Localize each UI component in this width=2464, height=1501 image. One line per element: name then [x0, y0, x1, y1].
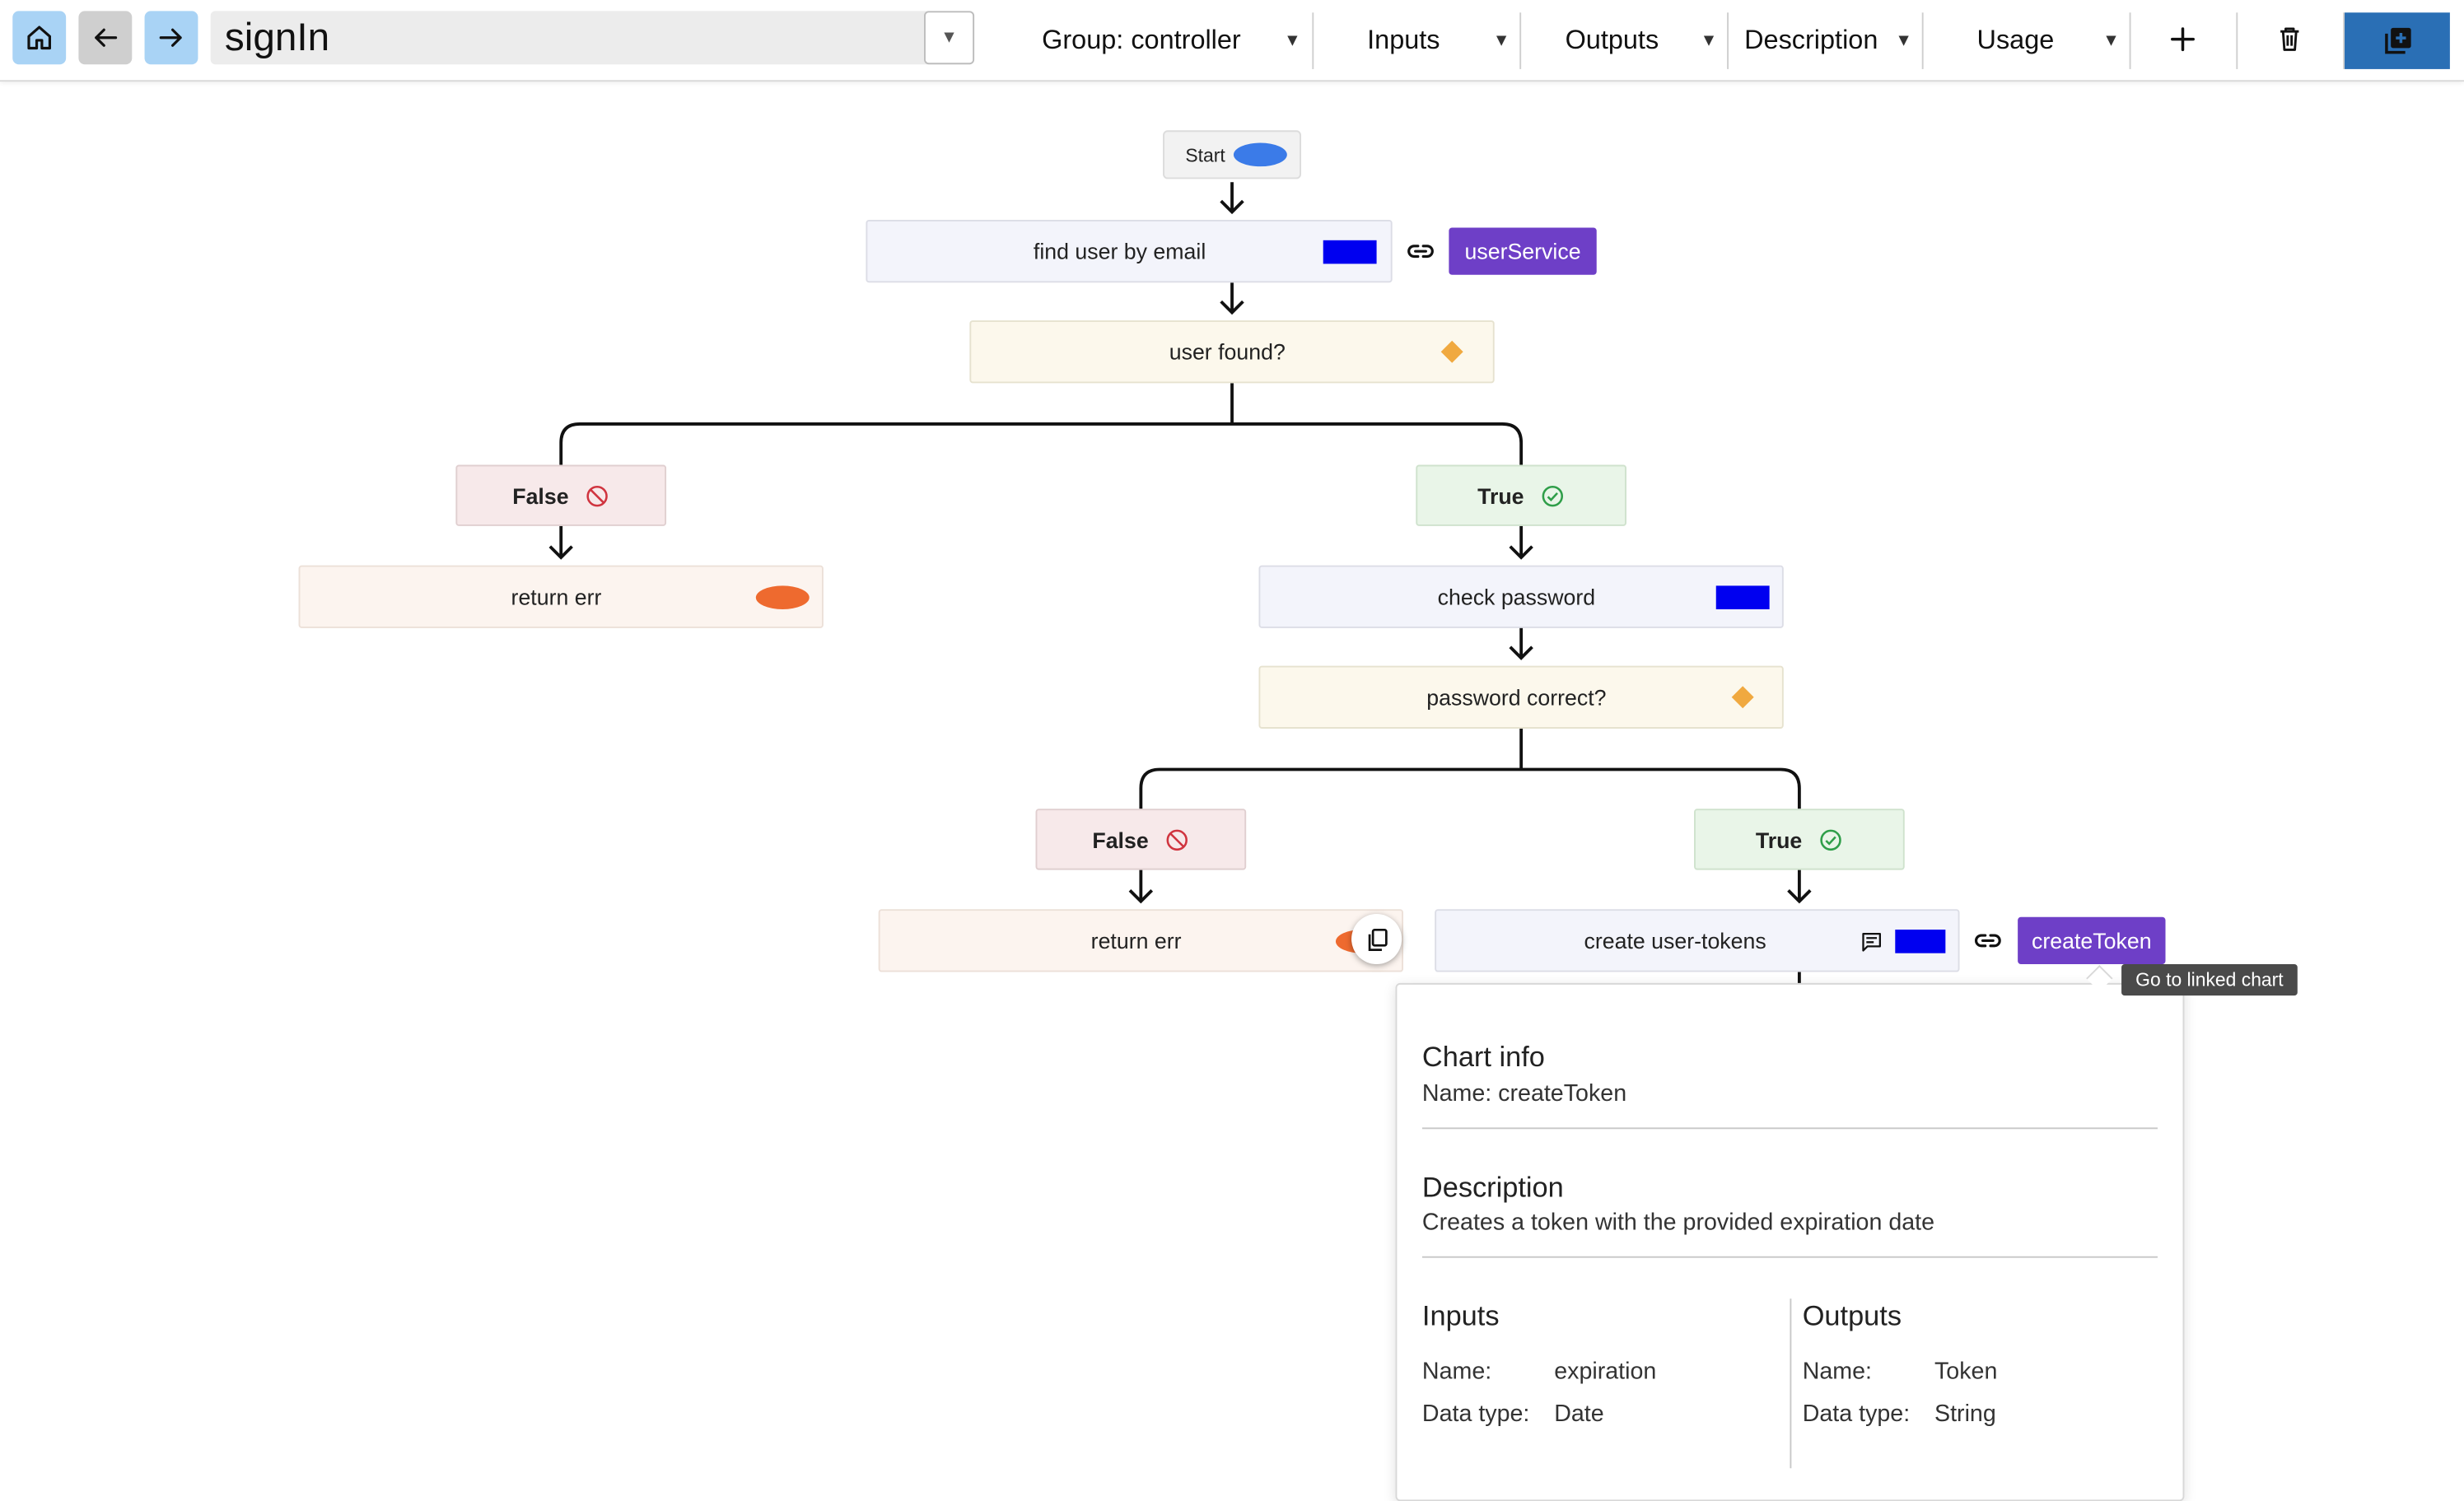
chevron-down-icon: ▼: [1700, 31, 1718, 51]
process-indicator: [1715, 585, 1770, 609]
chart-info-panel: Chart info Name: createToken Description…: [1395, 982, 2185, 1501]
link-icon[interactable]: [1971, 925, 2005, 956]
toolbar-divider: [1727, 12, 1729, 69]
start-label: Start: [1185, 143, 1225, 166]
find-user-node[interactable]: find user by email: [866, 220, 1393, 283]
divider: [1421, 1127, 2158, 1130]
delete-button[interactable]: [2263, 12, 2317, 66]
process-indicator: [1895, 930, 1946, 953]
check-circle-icon: [1542, 485, 1563, 506]
chart-info-heading: Chart info: [1421, 1041, 1545, 1073]
return-err-node[interactable]: return err: [298, 565, 824, 628]
toolbar-divider: [1312, 12, 1314, 69]
process-indicator: [1323, 240, 1377, 264]
user-found-label: user found?: [1169, 338, 1286, 365]
false-branch-node[interactable]: False: [455, 464, 667, 526]
input-name-key: Name:: [1421, 1358, 1492, 1386]
add-button[interactable]: [2156, 12, 2210, 66]
chevron-down-icon: ▼: [1492, 31, 1510, 51]
chevron-down-icon: ▼: [2102, 31, 2120, 51]
plus-icon: [2171, 27, 2195, 52]
password-correct-node[interactable]: password correct?: [1258, 665, 1784, 729]
description-text: Creates a token with the provided expira…: [1421, 1209, 1935, 1236]
start-oval: [1233, 142, 1287, 167]
linked-chart-tooltip: Go to linked chart: [2121, 964, 2298, 996]
duplicate-button[interactable]: [2345, 12, 2450, 69]
output-name-key: Name:: [1802, 1358, 1873, 1386]
chevron-down-icon: ▼: [1283, 31, 1301, 51]
check-circle-icon: [1819, 828, 1841, 851]
return-oval: [755, 585, 810, 609]
decision-diamond: [1440, 340, 1463, 363]
return-err-node[interactable]: return err: [878, 909, 1404, 972]
toolbar-divider: [2129, 12, 2131, 69]
trash-icon: [2280, 27, 2299, 51]
back-button[interactable]: [78, 11, 133, 65]
link-icon[interactable]: [1403, 235, 1438, 267]
comment-icon: [1862, 933, 1881, 952]
description-menu[interactable]: Description ▼: [1744, 0, 1917, 82]
home-icon: [27, 26, 52, 50]
input-type-value: Date: [1554, 1401, 1604, 1428]
return-err-label: return err: [511, 584, 602, 609]
group-menu-label: Group: controller: [1042, 25, 1241, 55]
chevron-down-icon: ▼: [1895, 31, 1913, 51]
create-tokens-node[interactable]: create user-tokens: [1435, 909, 1960, 972]
create-tokens-label: create user-tokens: [1584, 928, 1766, 953]
toolbar-divider: [2236, 12, 2238, 69]
description-heading: Description: [1421, 1171, 1564, 1203]
input-type-key: Data type:: [1421, 1401, 1530, 1428]
false-label: False: [1092, 827, 1149, 852]
find-user-label: find user by email: [1033, 238, 1206, 264]
toolbar-divider: [1921, 12, 1924, 69]
duplicate-icon: [2384, 27, 2410, 54]
outputs-menu[interactable]: Outputs ▼: [1566, 0, 1723, 82]
true-branch-node[interactable]: True: [1416, 464, 1626, 526]
input-name-value: expiration: [1554, 1358, 1657, 1386]
output-type-key: Data type:: [1802, 1401, 1911, 1428]
true-branch-node[interactable]: True: [1694, 809, 1905, 870]
check-password-node[interactable]: check password: [1258, 565, 1784, 628]
outputs-heading: Outputs: [1802, 1300, 1902, 1332]
usage-menu-label: Usage: [1976, 25, 2055, 55]
chart-name: Name: createToken: [1421, 1080, 1627, 1107]
chart-title: signIn: [224, 16, 330, 60]
outputs-menu-label: Outputs: [1565, 25, 1659, 55]
return-err-label: return err: [1090, 928, 1182, 953]
description-menu-label: Description: [1744, 25, 1878, 55]
chart-select-dropdown[interactable]: ▼: [924, 11, 975, 65]
home-button[interactable]: [12, 11, 67, 65]
false-branch-node[interactable]: False: [1035, 809, 1247, 870]
toolbar-divider: [1519, 12, 1522, 69]
divider: [1421, 1256, 2158, 1258]
copy-node-button[interactable]: [1351, 913, 1402, 965]
password-correct-label: password correct?: [1426, 684, 1607, 711]
user-found-node[interactable]: user found?: [969, 320, 1495, 384]
user-service-link[interactable]: userService: [1449, 227, 1597, 275]
forward-button[interactable]: [144, 11, 198, 65]
true-label: True: [1755, 827, 1803, 852]
output-type-value: String: [1934, 1401, 1996, 1428]
arrow-left-icon: [95, 28, 118, 47]
usage-menu[interactable]: Usage ▼: [1977, 0, 2125, 82]
column-divider: [1790, 1298, 1792, 1469]
decision-diamond: [1731, 686, 1754, 709]
create-token-link[interactable]: createToken: [2018, 916, 2166, 965]
inputs-menu-label: Inputs: [1367, 25, 1440, 55]
output-name-value: Token: [1934, 1358, 1998, 1386]
inputs-menu[interactable]: Inputs ▼: [1367, 0, 1518, 82]
prohibited-icon: [1166, 828, 1188, 851]
check-password-label: check password: [1437, 584, 1596, 609]
chart-title-input[interactable]: signIn ▼: [210, 11, 975, 65]
copy-icon: [1367, 927, 1387, 951]
false-label: False: [512, 482, 569, 508]
prohibited-icon: [586, 485, 608, 506]
true-label: True: [1477, 482, 1524, 508]
inputs-heading: Inputs: [1421, 1300, 1500, 1332]
group-menu[interactable]: Group: controller ▼: [1042, 0, 1309, 82]
arrow-right-icon: [159, 28, 182, 47]
start-node[interactable]: Start: [1163, 130, 1301, 179]
